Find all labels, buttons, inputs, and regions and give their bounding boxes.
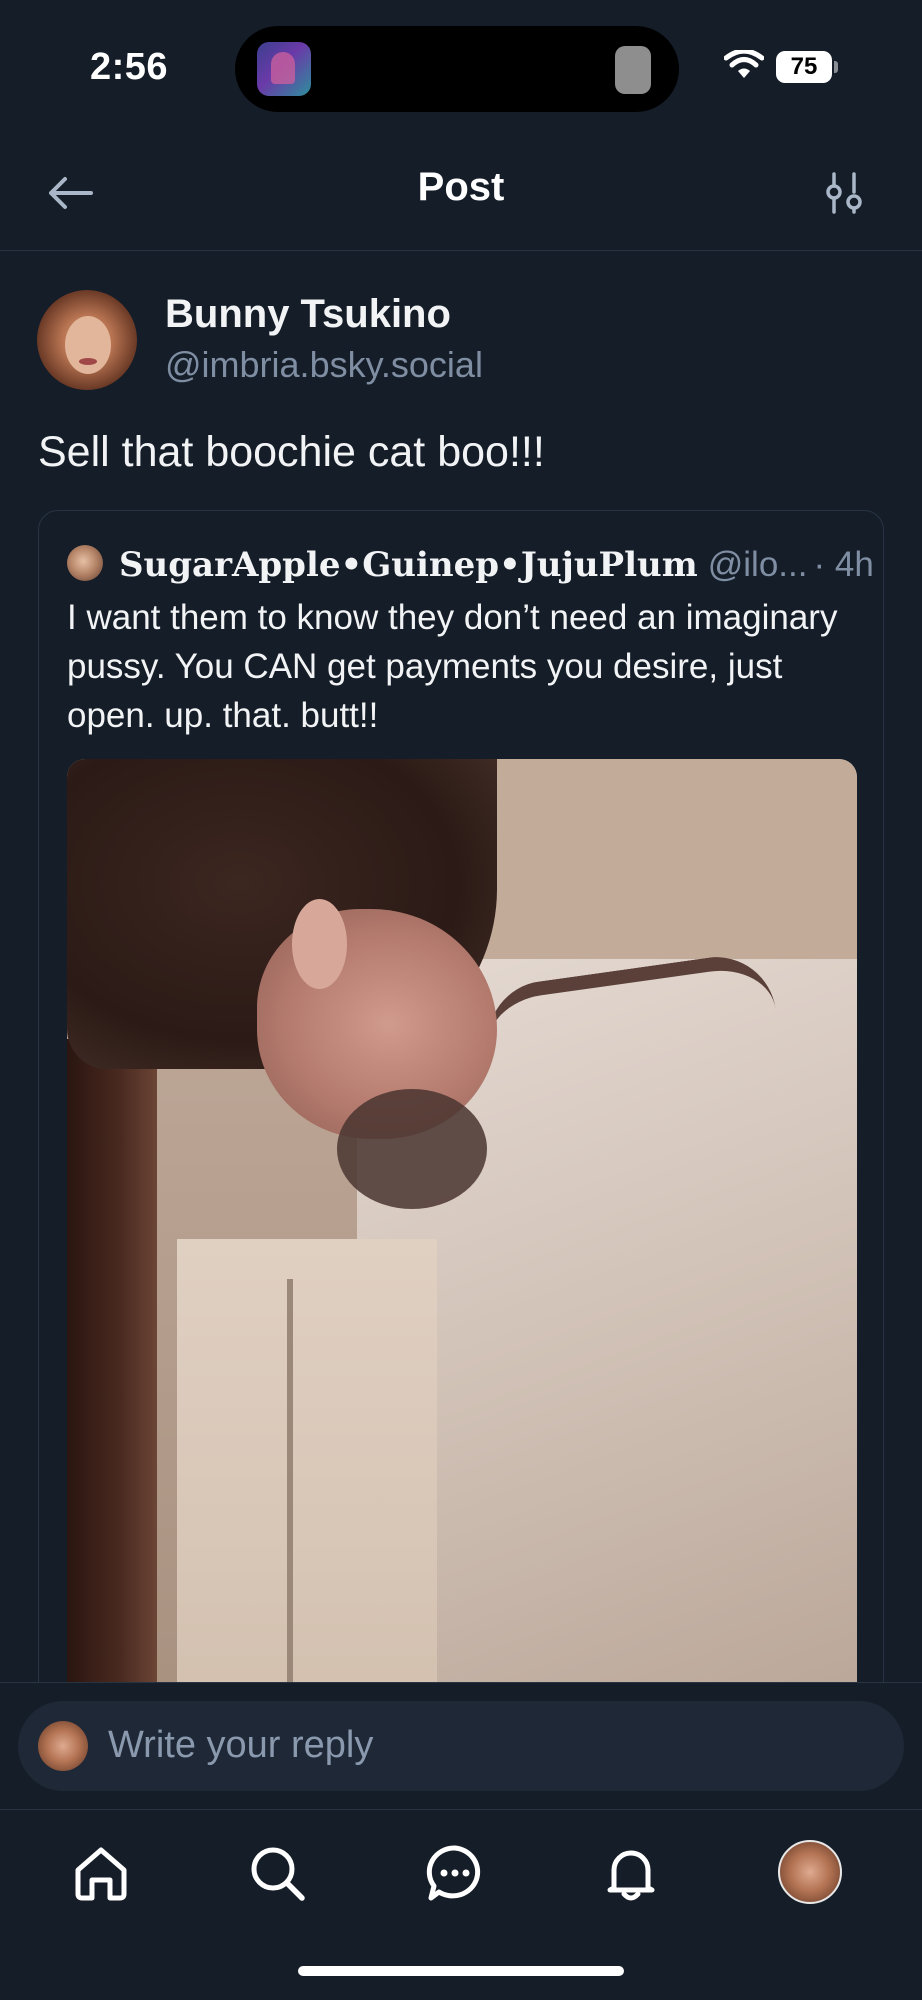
media-chin xyxy=(337,1089,487,1209)
wifi-icon xyxy=(724,50,764,78)
thread-settings-button[interactable] xyxy=(818,165,870,221)
quote-author-avatar xyxy=(67,545,103,581)
quote-header: SugarApple•Guinep•JujuPlum @ilo... · 4h xyxy=(119,545,874,585)
post-header: Post xyxy=(0,135,922,251)
tab-search[interactable] xyxy=(244,1840,310,1906)
reply-placeholder: Write your reply xyxy=(108,1724,374,1766)
search-icon xyxy=(251,1847,305,1901)
speaker-icon xyxy=(615,46,651,94)
status-bar: 2:56 75 xyxy=(0,0,922,135)
media-dark-edge xyxy=(67,1039,157,1709)
media-ear xyxy=(292,899,347,989)
home-indicator xyxy=(298,1966,624,1976)
quote-media-gif[interactable] xyxy=(67,759,857,1709)
quote-author-name: SugarApple•Guinep•JujuPlum xyxy=(119,545,698,585)
quoted-post-card[interactable]: SugarApple•Guinep•JujuPlum @ilo... · 4h … xyxy=(38,510,884,1710)
bell-icon xyxy=(607,1850,655,1901)
tab-profile-avatar[interactable] xyxy=(778,1840,842,1904)
reply-bar: Write your reply xyxy=(0,1682,922,1809)
tab-notifications[interactable] xyxy=(598,1840,664,1906)
reply-user-avatar xyxy=(38,1721,88,1771)
reply-input[interactable]: Write your reply xyxy=(18,1701,904,1791)
quote-author-handle: @ilo... xyxy=(707,545,808,584)
quote-timestamp: · 4h xyxy=(813,545,874,584)
sliders-icon xyxy=(826,172,862,214)
chat-icon xyxy=(426,1845,481,1901)
tab-home[interactable] xyxy=(68,1840,134,1906)
author-name[interactable]: Bunny Tsukino xyxy=(165,292,451,337)
home-icon xyxy=(75,1847,127,1901)
page-title: Post xyxy=(417,165,505,209)
status-time: 2:56 xyxy=(90,46,169,88)
battery-cap xyxy=(834,61,838,73)
live-activity-app-icon xyxy=(257,42,311,96)
battery-indicator: 75 xyxy=(776,51,832,83)
media-box-edge xyxy=(287,1279,293,1709)
author-handle[interactable]: @imbria.bsky.social xyxy=(165,344,483,386)
author-avatar[interactable] xyxy=(37,290,137,390)
tab-chat[interactable] xyxy=(422,1840,488,1906)
post-text: Sell that boochie cat boo!!! xyxy=(38,428,545,476)
dynamic-island xyxy=(235,26,679,112)
media-box xyxy=(177,1239,437,1709)
quote-text: I want them to know they don’t need an i… xyxy=(67,598,838,735)
